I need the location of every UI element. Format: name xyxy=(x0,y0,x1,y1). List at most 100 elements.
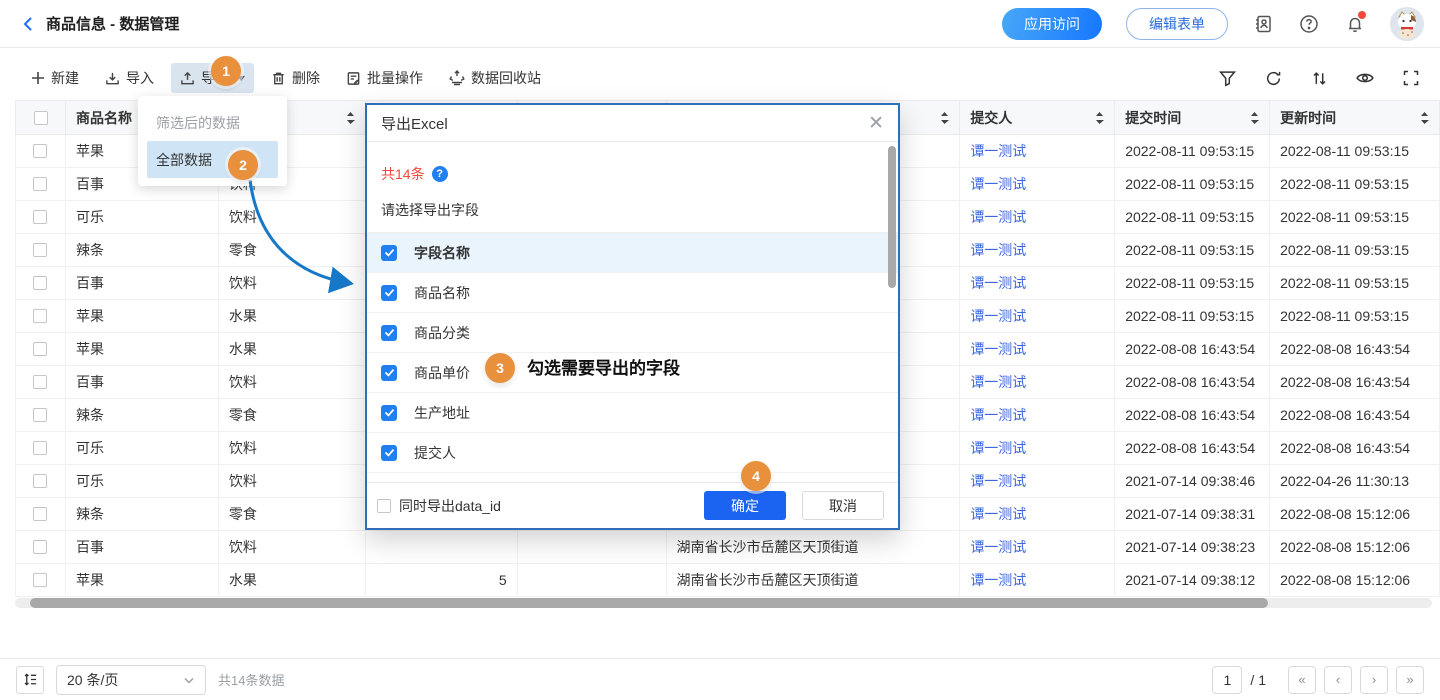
field-label: 提交人 xyxy=(414,443,456,463)
submitter-link[interactable]: 谭一测试 xyxy=(970,339,1026,359)
notification-bell-icon[interactable] xyxy=(1344,13,1366,35)
step-badge-3: 3 xyxy=(485,353,515,383)
cell-category: 饮料 xyxy=(219,432,366,465)
submitter-link[interactable]: 谭一测试 xyxy=(970,438,1026,458)
row-checkbox[interactable] xyxy=(33,243,47,257)
row-checkbox[interactable] xyxy=(33,210,47,224)
row-checkbox[interactable] xyxy=(33,144,47,158)
cell-submitter: 谭一测试 xyxy=(960,168,1115,201)
refresh-icon[interactable] xyxy=(1262,67,1284,89)
page-number-input[interactable] xyxy=(1212,666,1242,694)
sort-icon[interactable] xyxy=(1250,111,1259,125)
cancel-button[interactable]: 取消 xyxy=(802,491,884,520)
edit-form-button[interactable]: 编辑表单 xyxy=(1126,8,1228,40)
cell-name: 百事 xyxy=(66,531,219,564)
cell-checkbox xyxy=(16,531,66,564)
notification-dot xyxy=(1358,11,1366,19)
app-access-button[interactable]: 应用访问 xyxy=(1002,8,1102,40)
cell-submit_time: 2022-08-08 16:43:54 xyxy=(1115,432,1270,465)
row-checkbox[interactable] xyxy=(33,342,47,356)
recycle-bin-button[interactable]: 数据回收站 xyxy=(440,63,550,93)
submitter-link[interactable]: 谭一测试 xyxy=(970,240,1026,260)
select-fields-hint: 请选择导出字段 xyxy=(381,200,884,220)
submitter-link[interactable]: 谭一测试 xyxy=(970,537,1026,557)
cell-price: 5 xyxy=(366,564,518,597)
row-checkbox[interactable] xyxy=(33,507,47,521)
menu-item-filtered-data[interactable]: 筛选后的数据 xyxy=(147,104,278,141)
submitter-link[interactable]: 谭一测试 xyxy=(970,207,1026,227)
toolbar-right xyxy=(1216,67,1422,89)
next-page-button[interactable]: › xyxy=(1360,666,1388,694)
row-checkbox[interactable] xyxy=(33,573,47,587)
row-height-icon[interactable] xyxy=(16,666,44,694)
export-dialog: 导出Excel ✕ 共14条 ? 请选择导出字段 字段名称商品名称商品分类商品单… xyxy=(365,103,900,530)
avatar[interactable] xyxy=(1390,7,1424,41)
pagination: / 1 « ‹ › » xyxy=(1212,666,1424,694)
row-checkbox[interactable] xyxy=(33,408,47,422)
row-checkbox[interactable] xyxy=(33,474,47,488)
sort-icon[interactable] xyxy=(1308,67,1330,89)
cell-update_time: 2022-08-11 09:53:15 xyxy=(1270,267,1440,300)
sort-icon[interactable] xyxy=(346,111,355,125)
prev-page-button[interactable]: ‹ xyxy=(1324,666,1352,694)
cell-submitter: 谭一测试 xyxy=(960,300,1115,333)
sort-icon[interactable] xyxy=(1420,111,1429,125)
back-icon[interactable] xyxy=(20,16,36,32)
row-checkbox[interactable] xyxy=(33,540,47,554)
close-icon[interactable]: ✕ xyxy=(868,114,884,133)
new-button[interactable]: 新建 xyxy=(22,63,88,93)
page-size-select[interactable]: 20 条/页 xyxy=(56,665,206,695)
field-checkbox-checked[interactable] xyxy=(381,245,397,261)
submitter-link[interactable]: 谭一测试 xyxy=(970,372,1026,392)
first-page-button[interactable]: « xyxy=(1288,666,1316,694)
step-badge-4: 4 xyxy=(741,461,771,491)
row-checkbox[interactable] xyxy=(33,276,47,290)
export-field-row: 商品名称 xyxy=(367,273,898,313)
row-checkbox[interactable] xyxy=(33,375,47,389)
filter-icon[interactable] xyxy=(1216,67,1238,89)
select-all-checkbox[interactable] xyxy=(34,111,48,125)
count-help-icon[interactable]: ? xyxy=(432,166,448,182)
submitter-link[interactable]: 谭一测试 xyxy=(970,141,1026,161)
last-page-button[interactable]: » xyxy=(1396,666,1424,694)
row-checkbox[interactable] xyxy=(33,177,47,191)
field-checkbox-checked[interactable] xyxy=(381,285,397,301)
field-checkbox-checked[interactable] xyxy=(381,445,397,461)
submitter-link[interactable]: 谭一测试 xyxy=(970,405,1026,425)
batch-operation-button[interactable]: 批量操作 xyxy=(337,63,432,93)
data-id-checkbox[interactable] xyxy=(377,499,391,513)
field-checkbox-checked[interactable] xyxy=(381,365,397,381)
menu-item-all-data[interactable]: 全部数据 xyxy=(147,141,278,178)
bottom-bar: 20 条/页 共14条数据 / 1 « ‹ › » xyxy=(0,658,1440,700)
cell-submitter: 谭一测试 xyxy=(960,201,1115,234)
dialog-header: 导出Excel ✕ xyxy=(367,105,898,142)
row-checkbox[interactable] xyxy=(33,441,47,455)
cell-submit_time: 2022-08-11 09:53:15 xyxy=(1115,234,1270,267)
submitter-link[interactable]: 谭一测试 xyxy=(970,273,1026,293)
cell-name: 可乐 xyxy=(66,465,219,498)
visibility-eye-icon[interactable] xyxy=(1354,67,1376,89)
field-checkbox-checked[interactable] xyxy=(381,325,397,341)
confirm-button[interactable]: 确定 xyxy=(704,491,786,520)
dialog-scrollbar-thumb[interactable] xyxy=(888,146,896,288)
page-size-value: 20 条/页 xyxy=(67,670,118,690)
cell-update_time: 2022-08-08 16:43:54 xyxy=(1270,399,1440,432)
import-button[interactable]: 导入 xyxy=(96,63,163,93)
cell-submitter: 谭一测试 xyxy=(960,498,1115,531)
submitter-link[interactable]: 谭一测试 xyxy=(970,174,1026,194)
row-checkbox[interactable] xyxy=(33,309,47,323)
delete-button[interactable]: 删除 xyxy=(262,63,329,93)
fullscreen-icon[interactable] xyxy=(1400,67,1422,89)
cell-category: 水果 xyxy=(219,300,366,333)
submitter-link[interactable]: 谭一测试 xyxy=(970,504,1026,524)
cell-update_time: 2022-08-08 15:12:06 xyxy=(1270,564,1440,597)
contacts-icon[interactable] xyxy=(1252,13,1274,35)
submitter-link[interactable]: 谭一测试 xyxy=(970,471,1026,491)
submitter-link[interactable]: 谭一测试 xyxy=(970,570,1026,590)
horizontal-scrollbar-thumb[interactable] xyxy=(30,598,1268,608)
help-icon[interactable] xyxy=(1298,13,1320,35)
sort-icon[interactable] xyxy=(1095,111,1104,125)
field-checkbox-checked[interactable] xyxy=(381,405,397,421)
sort-icon[interactable] xyxy=(940,111,949,125)
submitter-link[interactable]: 谭一测试 xyxy=(970,306,1026,326)
